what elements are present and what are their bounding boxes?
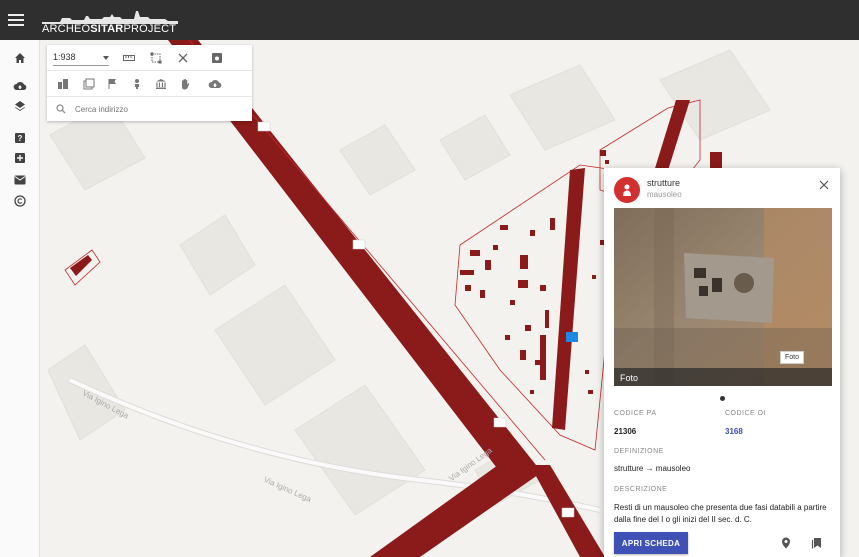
chevron-down-icon — [103, 56, 109, 60]
toolbar-row-2 — [47, 71, 252, 97]
descrizione-label: DESCRIZIONE — [614, 486, 668, 493]
descrizione-value: Resti di un mausoleo che presenta due fa… — [614, 503, 827, 524]
flag-icon[interactable] — [105, 76, 121, 92]
photo-caption: Foto — [620, 373, 639, 383]
buildings-icon[interactable] — [55, 76, 71, 92]
help-icon[interactable]: ? — [12, 130, 28, 146]
bookmarks-icon[interactable] — [810, 536, 824, 550]
codice-oi-link[interactable]: 3168 — [725, 427, 743, 436]
copyright-icon[interactable] — [12, 193, 28, 209]
photo-caption-bar: Foto — [614, 368, 832, 386]
person-pin-icon[interactable] — [129, 76, 145, 92]
cloud-upload-icon[interactable] — [207, 76, 223, 92]
codice-oi-label: CODICE OI — [725, 410, 767, 417]
copy-layer-icon[interactable] — [81, 76, 97, 92]
codice-pa-value: 21306 — [614, 427, 637, 436]
apri-scheda-button[interactable]: APRI SCHEDA — [614, 532, 688, 554]
address-search-input[interactable] — [75, 102, 245, 116]
menu-icon[interactable] — [8, 12, 24, 28]
cloud-upload-icon[interactable] — [12, 78, 28, 94]
structure-marker-icon — [614, 177, 640, 203]
top-bar: ARCHEOSITARPROJECT — [0, 0, 859, 40]
location-pin-icon[interactable] — [779, 536, 793, 550]
definizione-value: strutture → mausoleo — [614, 464, 691, 473]
app-logo[interactable]: ARCHEOSITARPROJECT — [42, 23, 176, 35]
carousel-indicator[interactable] — [720, 396, 725, 401]
feature-info-popup: strutture mausoleo Foto Foto CODICE PA 2… — [604, 168, 840, 557]
svg-text:?: ? — [18, 134, 23, 143]
museum-icon[interactable] — [153, 76, 169, 92]
left-sidebar: ? — [0, 40, 40, 557]
search-icon — [53, 101, 69, 117]
definizione-label: DEFINIZIONE — [614, 448, 664, 455]
mail-icon[interactable] — [12, 172, 28, 188]
toolbar-row-1: 1:938 — [47, 45, 252, 71]
add-box-icon[interactable] — [12, 150, 28, 166]
measure-area-icon[interactable] — [148, 50, 164, 66]
toolbar-search-row — [47, 97, 252, 121]
scale-select[interactable]: 1:938 — [53, 50, 109, 66]
popup-subtitle: mausoleo — [647, 190, 682, 199]
close-icon[interactable] — [817, 178, 831, 192]
layers-icon[interactable] — [12, 98, 28, 114]
home-icon[interactable] — [12, 50, 28, 66]
codice-pa-label: CODICE PA — [614, 410, 657, 417]
measure-ruler-icon[interactable] — [121, 50, 137, 66]
feature-photo[interactable]: Foto Foto — [614, 208, 832, 386]
hand-pan-icon[interactable] — [177, 76, 193, 92]
popup-title: strutture — [647, 178, 681, 188]
clear-icon[interactable] — [175, 50, 191, 66]
map-toolbar: 1:938 — [47, 45, 252, 121]
print-icon[interactable] — [209, 50, 225, 66]
photo-label-chip: Foto — [780, 351, 805, 364]
